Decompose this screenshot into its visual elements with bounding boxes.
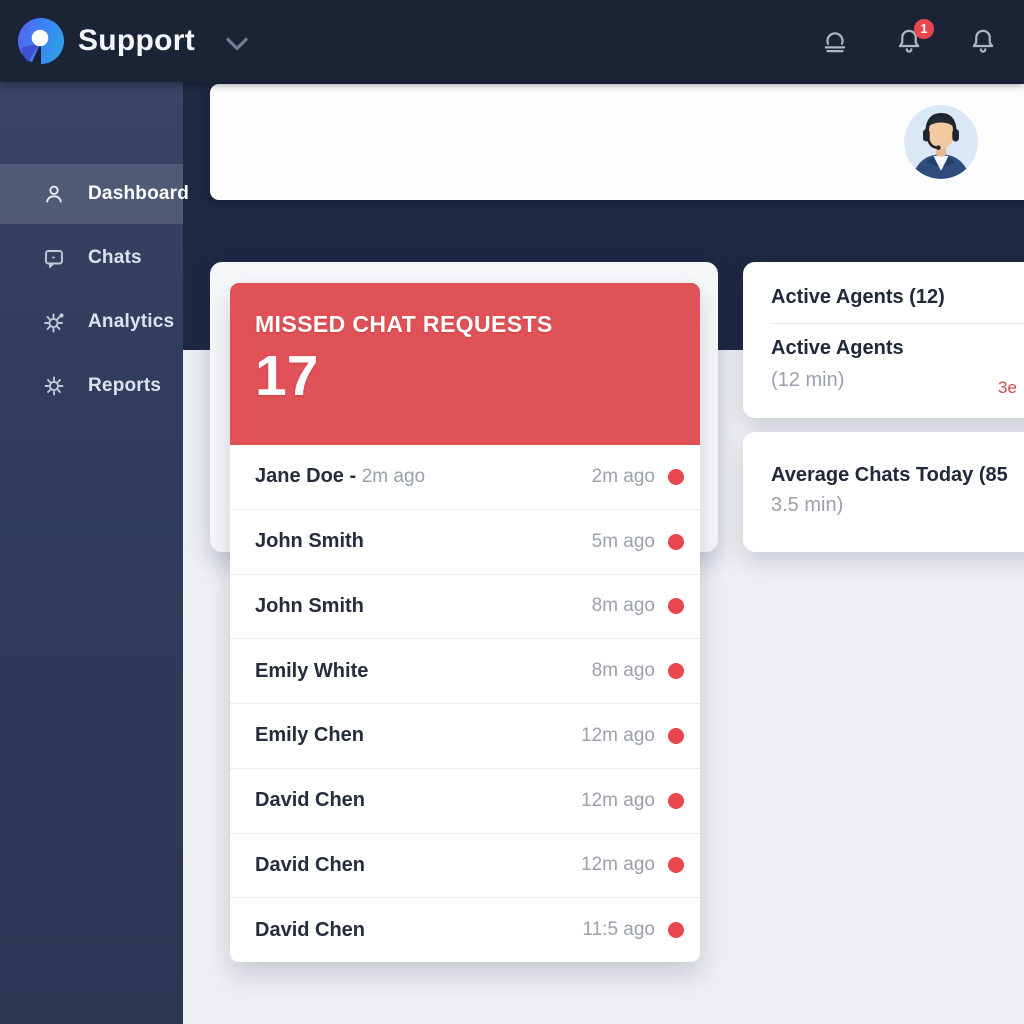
chat-row[interactable]: Emily Chen 12m ago — [230, 703, 700, 768]
chat-row-time: 5m ago — [592, 531, 655, 553]
chat-row-time: 8m ago — [592, 660, 655, 682]
chat-bubble-icon — [42, 246, 66, 270]
missed-indicator-icon — [668, 922, 684, 938]
active-agents-link[interactable]: 3e — [998, 378, 1017, 398]
chevron-down-icon[interactable] — [225, 37, 249, 52]
user-icon — [42, 182, 66, 206]
chat-row-name: Emily White — [255, 660, 368, 683]
chat-row-name: John Smith — [255, 530, 364, 553]
missed-indicator-icon — [668, 793, 684, 809]
app-title: Support — [78, 24, 195, 58]
missed-indicator-icon — [668, 534, 684, 550]
chat-row-time: 11:5 ago — [582, 919, 655, 941]
sidebar-item-reports[interactable]: Reports — [0, 356, 183, 416]
average-chats-title: Average Chats Today (85 — [771, 464, 1024, 487]
chat-row-meta: 12m ago — [581, 725, 684, 747]
chat-row-name: Jane Doe - 2m ago — [255, 465, 425, 488]
chat-row-meta: 11:5 ago — [582, 919, 684, 941]
chat-row[interactable]: John Smith 5m ago — [230, 509, 700, 574]
topbar-actions: 1 — [820, 26, 1024, 56]
gear-icon — [42, 374, 66, 398]
chat-row-time: 8m ago — [592, 595, 655, 617]
chat-row[interactable]: David Chen 12m ago — [230, 833, 700, 898]
sidebar-item-label: Chats — [88, 247, 142, 269]
chat-row-name: John Smith — [255, 595, 364, 618]
active-agents-subtitle: Active Agents — [771, 337, 1024, 360]
chat-row-meta: 8m ago — [592, 660, 684, 682]
chat-row-inline-time: 2m ago — [362, 466, 425, 487]
gear-notify-icon — [42, 310, 66, 334]
chat-row-name: David Chen — [255, 789, 365, 812]
topbar: Support 1 — [0, 0, 1024, 82]
active-agents-card: Active Agents (12) Active Agents (12 min… — [743, 262, 1024, 418]
notifications-bell-icon[interactable]: 1 — [894, 26, 924, 56]
missed-indicator-icon — [668, 663, 684, 679]
chat-row[interactable]: John Smith 8m ago — [230, 574, 700, 639]
chat-row-name: David Chen — [255, 854, 365, 877]
chat-row-time: 12m ago — [581, 790, 655, 812]
chat-row[interactable]: Jane Doe - 2m ago2m ago — [230, 445, 700, 509]
missed-chat-card: MISSED CHAT REQUESTS 17 Jane Doe - 2m ag… — [230, 283, 700, 962]
missed-chat-title: MISSED CHAT REQUESTS — [255, 311, 675, 338]
sidebar-item-chats[interactable]: Chats — [0, 228, 183, 288]
chat-row-name: David Chen — [255, 919, 365, 942]
chat-row-meta: 12m ago — [581, 854, 684, 876]
agent-avatar[interactable] — [904, 105, 978, 179]
alerts-bell-icon[interactable] — [968, 26, 998, 56]
chat-row-time: 2m ago — [592, 466, 655, 488]
sidebar-item-dashboard[interactable]: Dashboard — [0, 164, 183, 224]
sidebar-item-label: Analytics — [88, 311, 174, 333]
sidebar: Dashboard Chats — [0, 82, 183, 1024]
chat-row[interactable]: David Chen 11:5 ago — [230, 897, 700, 962]
header-bar — [210, 84, 1024, 200]
missed-indicator-icon — [668, 598, 684, 614]
chat-row[interactable]: Emily White 8m ago — [230, 638, 700, 703]
chat-row-meta: 12m ago — [581, 790, 684, 812]
sidebar-item-label: Dashboard — [88, 183, 189, 205]
missed-indicator-icon — [668, 728, 684, 744]
chat-row-meta: 8m ago — [592, 595, 684, 617]
app-root: Support 1 — [0, 0, 1024, 1024]
notification-count-badge: 1 — [914, 19, 934, 39]
missed-chat-count: 17 — [255, 348, 675, 405]
missed-chat-list: Jane Doe - 2m ago2m agoJohn Smith5m agoJ… — [230, 445, 700, 962]
missed-indicator-icon — [668, 469, 684, 485]
sidebar-item-label: Reports — [88, 375, 161, 397]
chat-row-time: 12m ago — [581, 854, 655, 876]
chat-row-name: Emily Chen — [255, 724, 364, 747]
divider — [771, 323, 1024, 324]
sidebar-item-analytics[interactable]: Analytics — [0, 292, 183, 352]
brand-menu[interactable]: Support — [0, 18, 249, 64]
average-chats-card: Average Chats Today (85 3.5 min) — [743, 432, 1024, 552]
chat-row-meta: 5m ago — [592, 531, 684, 553]
app-logo-icon — [18, 18, 64, 64]
active-agents-detail: (12 min) — [771, 369, 1024, 392]
average-chats-detail: 3.5 min) — [771, 494, 1024, 517]
missed-chat-header: MISSED CHAT REQUESTS 17 — [230, 283, 700, 445]
active-agents-title: Active Agents (12) — [771, 286, 1024, 309]
chat-row-meta: 2m ago — [592, 466, 684, 488]
chat-row[interactable]: David Chen 12m ago — [230, 768, 700, 833]
chat-row-time: 12m ago — [581, 725, 655, 747]
missed-indicator-icon — [668, 857, 684, 873]
headset-support-icon[interactable] — [820, 26, 850, 56]
